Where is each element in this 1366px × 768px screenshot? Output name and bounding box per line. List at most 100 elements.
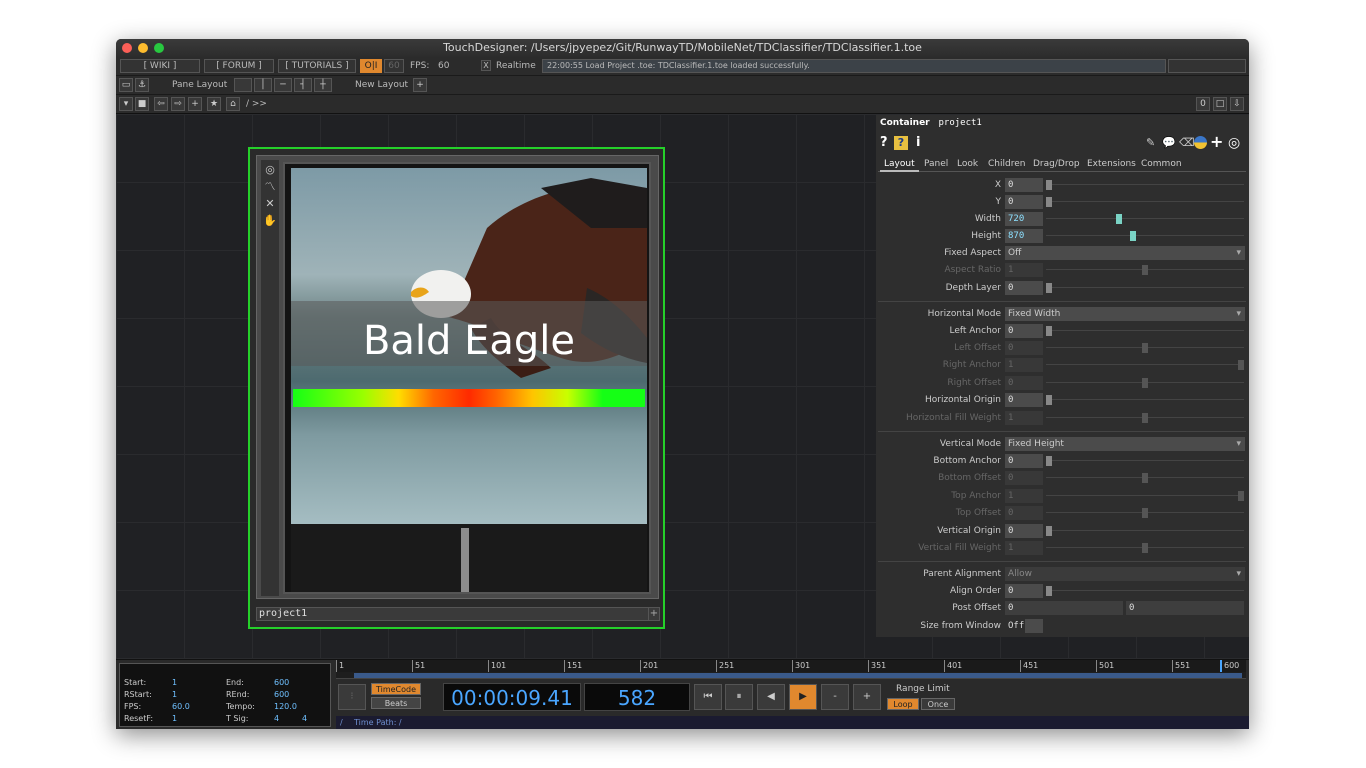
top-offset-field[interactable]: 0 <box>1005 506 1043 520</box>
tsig-numerator[interactable]: 4 <box>274 714 279 723</box>
frame-display[interactable]: 582 <box>584 683 690 711</box>
target-icon[interactable]: ◎ <box>263 163 277 177</box>
status-extra-field[interactable] <box>1168 59 1246 73</box>
info-icon[interactable]: i <box>916 135 920 150</box>
fps-limit[interactable]: 60 <box>384 59 404 73</box>
size-from-window-toggle[interactable] <box>1025 619 1043 633</box>
tab-children[interactable]: Children <box>984 157 1029 172</box>
wiki-button[interactable]: [ WIKI ] <box>120 59 200 73</box>
home-icon[interactable]: ⌂ <box>226 97 240 111</box>
depth-layer-slider[interactable] <box>1046 283 1052 293</box>
resetf-value[interactable]: 1 <box>172 714 177 723</box>
bottom-offset-slider[interactable] <box>1142 473 1148 483</box>
timecode-display[interactable]: 00:00:09.41 <box>443 683 581 711</box>
target-icon[interactable]: ◎ <box>1228 135 1240 151</box>
zoom-window-button[interactable] <box>154 43 164 53</box>
fps-value[interactable]: 60.0 <box>172 702 190 711</box>
play-button[interactable]: ▶ <box>789 684 817 710</box>
download-icon[interactable]: ⇩ <box>1230 97 1244 111</box>
add-layout-button[interactable]: + <box>413 78 427 92</box>
layout-four-icon[interactable]: ┼ <box>314 78 332 92</box>
node-viewer[interactable]: Bald Eagle <box>283 162 651 594</box>
hand-icon[interactable]: ✋ <box>263 214 277 228</box>
layout-split-vertical-icon[interactable]: │ <box>254 78 272 92</box>
top-offset-slider[interactable] <box>1142 508 1148 518</box>
close-window-button[interactable] <box>122 43 132 53</box>
back-arrow-icon[interactable]: ⇦ <box>154 97 168 111</box>
rend-value[interactable]: 600 <box>274 690 289 699</box>
tab-layout[interactable]: Layout <box>880 157 919 172</box>
post-offset-x-field[interactable]: 0 <box>1005 601 1123 615</box>
forward-arrow-icon[interactable]: ⇨ <box>171 97 185 111</box>
maximize-pane-icon[interactable]: □ <box>1213 97 1227 111</box>
tsig-denominator[interactable]: 4 <box>302 714 307 723</box>
close-icon[interactable]: ✕ <box>263 197 277 211</box>
width-field[interactable]: 720 <box>1005 212 1043 226</box>
tab-extensions[interactable]: Extensions <box>1083 157 1140 172</box>
right-anchor-field[interactable]: 1 <box>1005 358 1043 372</box>
menu-down-icon[interactable]: ▾ <box>119 97 133 111</box>
skip-to-start-button[interactable]: ⏮ <box>694 684 722 710</box>
timeline-menu-button[interactable]: ⁝ <box>338 684 366 710</box>
pause-button[interactable]: ⏸ <box>725 684 753 710</box>
align-order-field[interactable]: 0 <box>1005 584 1043 598</box>
tab-look[interactable]: Look <box>953 157 982 172</box>
pencil-icon[interactable]: ✎ <box>1146 136 1155 149</box>
left-anchor-slider[interactable] <box>1046 326 1052 336</box>
horizontal-fill-weight-field[interactable]: 1 <box>1005 411 1043 425</box>
beats-toggle[interactable]: Beats <box>371 697 421 709</box>
plus-icon[interactable]: + <box>1210 132 1223 151</box>
x-field[interactable]: 0 <box>1005 178 1043 192</box>
parent-alignment-menu[interactable]: Allow <box>1005 567 1245 581</box>
time-ruler[interactable]: 1 51 101 151 201 251 301 351 401 451 501… <box>336 660 1246 672</box>
python-help-icon[interactable]: ? <box>894 136 908 150</box>
bottom-offset-field[interactable]: 0 <box>1005 471 1043 485</box>
x-slider[interactable] <box>1046 180 1052 190</box>
top-anchor-slider[interactable] <box>1238 491 1244 501</box>
comment-icon[interactable]: 💬 <box>1162 136 1176 149</box>
left-offset-field[interactable]: 0 <box>1005 341 1043 355</box>
aspect-ratio-field[interactable]: 1 <box>1005 263 1043 277</box>
aspect-ratio-slider[interactable] <box>1142 265 1148 275</box>
image-icon[interactable]: ▭ <box>119 78 133 92</box>
rstart-value[interactable]: 1 <box>172 690 177 699</box>
op-name[interactable]: project1 <box>938 118 981 128</box>
tab-common[interactable]: Common <box>1137 157 1186 172</box>
horizontal-origin-slider[interactable] <box>1046 395 1052 405</box>
vertical-origin-field[interactable]: 0 <box>1005 524 1043 538</box>
step-plus-button[interactable]: + <box>853 684 881 710</box>
node-name-field[interactable]: project1 <box>256 607 650 621</box>
y-field[interactable]: 0 <box>1005 195 1043 209</box>
root-slash[interactable]: / <box>340 716 343 729</box>
help-icon[interactable]: ? <box>880 135 888 150</box>
step-back-button[interactable]: ◀ <box>757 684 785 710</box>
right-anchor-slider[interactable] <box>1238 360 1244 370</box>
add-icon[interactable]: + <box>188 97 202 111</box>
end-value[interactable]: 600 <box>274 678 289 687</box>
tempo-value[interactable]: 120.0 <box>274 702 297 711</box>
anchor-icon[interactable]: ⚓ <box>135 78 149 92</box>
once-toggle[interactable]: Once <box>921 698 955 710</box>
top-anchor-field[interactable]: 1 <box>1005 489 1043 503</box>
horizontal-mode-menu[interactable]: Fixed Width <box>1005 307 1245 321</box>
forum-button[interactable]: [ FORUM ] <box>204 59 274 73</box>
height-field[interactable]: 870 <box>1005 229 1043 243</box>
minimize-window-button[interactable] <box>138 43 148 53</box>
oi-toggle[interactable]: O|I <box>360 59 382 73</box>
star-icon[interactable]: ★ <box>207 97 221 111</box>
loop-toggle[interactable]: Loop <box>887 698 919 710</box>
container-node[interactable]: ◎ 〽 ✕ ✋ Bald Eagle project1 + <box>248 147 665 629</box>
align-order-slider[interactable] <box>1046 586 1052 596</box>
bottom-anchor-field[interactable]: 0 <box>1005 454 1043 468</box>
fixed-aspect-menu[interactable]: Off <box>1005 246 1245 260</box>
vertical-mode-menu[interactable]: Fixed Height <box>1005 437 1245 451</box>
left-offset-slider[interactable] <box>1142 343 1148 353</box>
start-value[interactable]: 1 <box>172 678 177 687</box>
layout-three-icon[interactable]: ┤ <box>294 78 312 92</box>
width-slider[interactable] <box>1116 214 1122 224</box>
post-offset-y-field[interactable]: 0 <box>1126 601 1244 615</box>
pane-count[interactable]: 0 <box>1196 97 1210 111</box>
depth-layer-field[interactable]: 0 <box>1005 281 1043 295</box>
height-slider[interactable] <box>1130 231 1136 241</box>
vertical-fill-weight-slider[interactable] <box>1142 543 1148 553</box>
